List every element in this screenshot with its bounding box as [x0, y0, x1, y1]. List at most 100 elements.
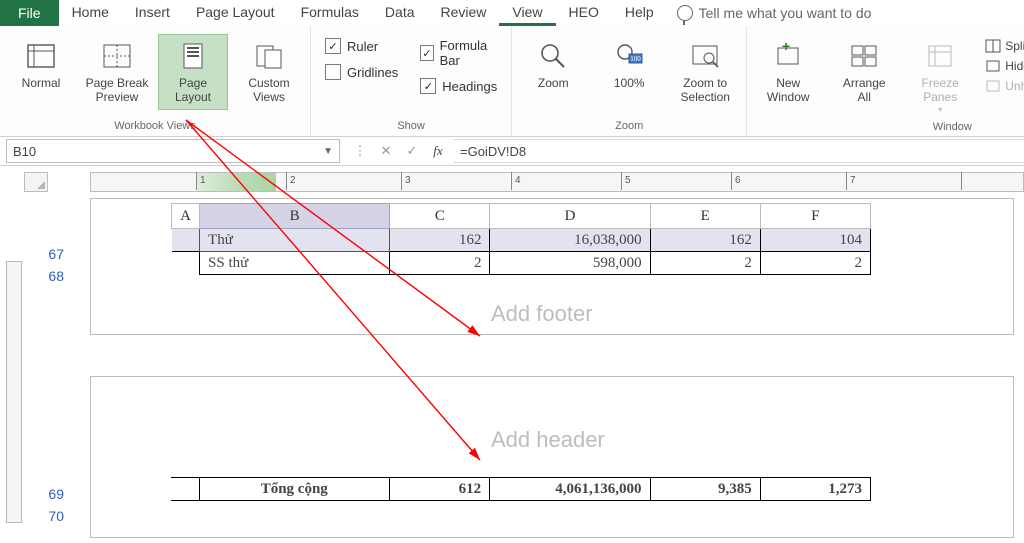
cell[interactable]: Thử: [200, 229, 390, 252]
freeze-panes-icon: [923, 39, 957, 73]
ruler-tick: 5: [621, 172, 631, 190]
ruler-tick: [961, 172, 965, 190]
zoom-to-selection-button[interactable]: Zoom to Selection: [670, 34, 740, 110]
new-window-button[interactable]: + New Window: [753, 34, 823, 110]
ribbon: Normal Page Break Preview Page Layout Cu…: [0, 26, 1024, 137]
tab-page-layout[interactable]: Page Layout: [183, 0, 288, 26]
name-box[interactable]: B10 ▼: [6, 139, 340, 163]
column-header-row: A B C D E F: [172, 204, 871, 229]
svg-text:100: 100: [630, 55, 641, 63]
custom-views-icon: [252, 39, 286, 73]
col-header[interactable]: E: [650, 204, 760, 229]
page-break-preview-button[interactable]: Page Break Preview: [82, 34, 152, 110]
ruler-tick: 7: [846, 172, 856, 190]
page-layout-button[interactable]: Page Layout: [158, 34, 228, 110]
tab-data[interactable]: Data: [372, 0, 428, 26]
group-label-window: Window: [933, 119, 972, 135]
group-window: + New Window Arrange All Freeze Panes ▾ …: [747, 26, 1024, 136]
cell[interactable]: 104: [760, 229, 870, 252]
cell[interactable]: 162: [650, 229, 760, 252]
table-row: Thử 162 16,038,000 162 104: [172, 229, 871, 252]
dropdown-icon[interactable]: ▼: [323, 146, 333, 157]
new-window-icon: +: [771, 39, 805, 73]
unhide-icon: [985, 78, 1001, 94]
cell[interactable]: 16,038,000: [490, 229, 650, 252]
row-header[interactable]: 67: [30, 246, 70, 262]
ruler-tick: 4: [511, 172, 521, 190]
formula-controls: ⋮ ✕ ✓ fx: [344, 143, 454, 159]
cell[interactable]: 9,385: [650, 478, 760, 501]
unhide-button[interactable]: Unhide: [985, 78, 1024, 94]
col-header[interactable]: F: [760, 204, 870, 229]
col-header[interactable]: D: [490, 204, 650, 229]
footer-placeholder[interactable]: Add footer: [491, 301, 593, 327]
cell[interactable]: 598,000: [490, 252, 650, 275]
menu-bar: File Home Insert Page Layout Formulas Da…: [0, 0, 1024, 26]
checkbox-gridlines[interactable]: Gridlines: [325, 64, 398, 80]
cancel-icon[interactable]: ✕: [378, 143, 394, 159]
cell[interactable]: 4,061,136,000: [490, 478, 650, 501]
cell[interactable]: [172, 252, 200, 275]
formula-input[interactable]: =GoiDV!D8: [454, 139, 1024, 163]
col-header[interactable]: B: [200, 204, 390, 229]
checkbox-formula-bar[interactable]: Formula Bar: [420, 38, 497, 68]
checkbox-icon: [325, 64, 341, 80]
zoom-100-icon: 100: [612, 39, 646, 73]
row-header[interactable]: 68: [30, 268, 70, 284]
enter-icon[interactable]: ✓: [404, 143, 420, 159]
vertical-ruler[interactable]: [6, 261, 22, 523]
split-icon: [985, 38, 1001, 54]
zoom-button[interactable]: Zoom: [518, 34, 588, 96]
tab-home[interactable]: Home: [59, 0, 122, 26]
spreadsheet-grid-bottom[interactable]: Tổng cộng 612 4,061,136,000 9,385 1,273: [171, 477, 871, 501]
checkbox-headings[interactable]: Headings: [420, 78, 497, 94]
cell[interactable]: Tổng cộng: [199, 478, 389, 501]
cell[interactable]: 2: [650, 252, 760, 275]
hide-icon: [985, 58, 1001, 74]
select-all-corner[interactable]: [24, 172, 48, 192]
normal-view-button[interactable]: Normal: [6, 34, 76, 96]
group-zoom: Zoom 100 100% Zoom to Selection Zoom: [512, 26, 747, 136]
group-show: Ruler Gridlines Formula Bar Headings Sho…: [311, 26, 512, 136]
name-box-value: B10: [13, 144, 36, 159]
ruler-tick: 3: [401, 172, 411, 190]
fx-button[interactable]: fx: [430, 143, 446, 159]
checkbox-icon: [420, 78, 436, 94]
cell[interactable]: 1,273: [760, 478, 870, 501]
cell[interactable]: [172, 229, 200, 252]
group-label-zoom: Zoom: [615, 118, 643, 134]
tell-me-search[interactable]: Tell me what you want to do: [667, 0, 872, 26]
hide-button[interactable]: Hide: [985, 58, 1024, 74]
zoom-100-button[interactable]: 100 100%: [594, 34, 664, 96]
tab-view[interactable]: View: [499, 0, 555, 26]
cell[interactable]: SS thử: [200, 252, 390, 275]
arrange-all-button[interactable]: Arrange All: [829, 34, 899, 110]
split-button[interactable]: Split: [985, 38, 1024, 54]
col-header[interactable]: A: [172, 204, 200, 229]
col-header[interactable]: C: [390, 204, 490, 229]
table-row: Tổng cộng 612 4,061,136,000 9,385 1,273: [171, 478, 871, 501]
cell[interactable]: 2: [390, 252, 490, 275]
checkbox-ruler[interactable]: Ruler: [325, 38, 398, 54]
ruler-margin-indicator[interactable]: [196, 173, 276, 191]
tab-review[interactable]: Review: [428, 0, 500, 26]
spreadsheet-grid-top[interactable]: A B C D E F Thử 162 16,038,000 162 104 S…: [171, 203, 871, 275]
tab-formulas[interactable]: Formulas: [288, 0, 372, 26]
header-placeholder[interactable]: Add header: [491, 427, 605, 453]
tab-help[interactable]: Help: [612, 0, 667, 26]
tab-insert[interactable]: Insert: [122, 0, 183, 26]
custom-views-button[interactable]: Custom Views: [234, 34, 304, 110]
tab-heo[interactable]: HEO: [556, 0, 612, 26]
freeze-panes-button[interactable]: Freeze Panes ▾: [905, 34, 975, 119]
cell[interactable]: [171, 478, 199, 501]
horizontal-ruler[interactable]: 1 2 3 4 5 6 7: [90, 172, 1024, 192]
row-header[interactable]: 70: [30, 508, 70, 524]
cell[interactable]: 612: [389, 478, 489, 501]
cell[interactable]: 2: [760, 252, 870, 275]
group-label-workbook-views: Workbook Views: [114, 118, 196, 134]
cell[interactable]: 162: [390, 229, 490, 252]
formula-value: =GoiDV!D8: [460, 144, 526, 159]
row-header[interactable]: 69: [30, 486, 70, 502]
group-workbook-views: Normal Page Break Preview Page Layout Cu…: [0, 26, 311, 136]
tab-file[interactable]: File: [0, 0, 59, 26]
